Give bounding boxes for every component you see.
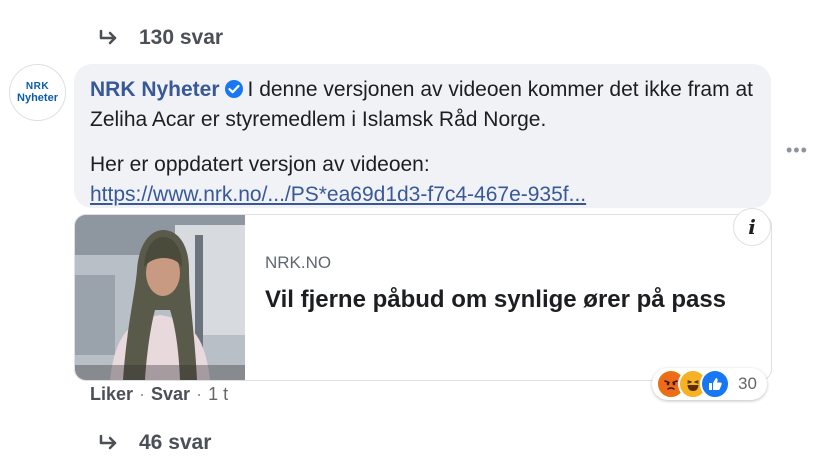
- separator: ·: [139, 384, 146, 404]
- view-replies-top[interactable]: 130 svar: [97, 26, 223, 50]
- reply-arrow-icon: [99, 434, 117, 450]
- timestamp[interactable]: 1 t: [208, 384, 228, 405]
- info-icon: i: [748, 215, 756, 239]
- comment-actions: Liker · Svar · 1 t: [90, 384, 228, 405]
- preview-domain: NRK.NO: [265, 253, 332, 272]
- preview-thumbnail[interactable]: [75, 215, 245, 380]
- reply-arrow-icon: [99, 29, 117, 45]
- reactions-summary[interactable]: 30: [652, 368, 767, 400]
- link-preview-card[interactable]: NRK.NO Vil fjerne påbud om synlige ører …: [74, 214, 772, 381]
- reply-button[interactable]: Svar: [151, 384, 190, 405]
- avatar-logo-line1: NRK: [25, 81, 50, 92]
- like-thumb-icon: [700, 369, 730, 399]
- comment-author[interactable]: NRK Nyheter: [90, 78, 220, 101]
- reactions-count: 30: [738, 374, 757, 393]
- verified-badge-icon: [224, 80, 243, 98]
- comment-text-2: Her er oppdatert versjon av videoen:: [90, 153, 430, 176]
- replies-count-label[interactable]: 130 svar: [139, 26, 223, 50]
- separator: ·: [196, 384, 203, 404]
- preview-headline[interactable]: Vil fjerne påbud om synlige ører på pass: [265, 283, 735, 316]
- avatar[interactable]: NRK Nyheter: [9, 64, 66, 121]
- comment-link[interactable]: https://www.nrk.no/.../PS*ea69d1d3-f7c4-…: [90, 183, 586, 206]
- info-button[interactable]: i: [733, 208, 771, 246]
- comment-bubble: NRK Nyheter I denne versjonen av videoen …: [74, 64, 771, 208]
- news-anchor-image: [75, 215, 245, 380]
- view-replies-bottom[interactable]: 46 svar: [97, 431, 211, 455]
- replies-count-label[interactable]: 46 svar: [139, 431, 211, 455]
- avatar-logo-line2: Nyheter: [17, 92, 58, 104]
- like-button[interactable]: Liker: [90, 384, 133, 405]
- more-options-icon[interactable]: •••: [786, 140, 808, 161]
